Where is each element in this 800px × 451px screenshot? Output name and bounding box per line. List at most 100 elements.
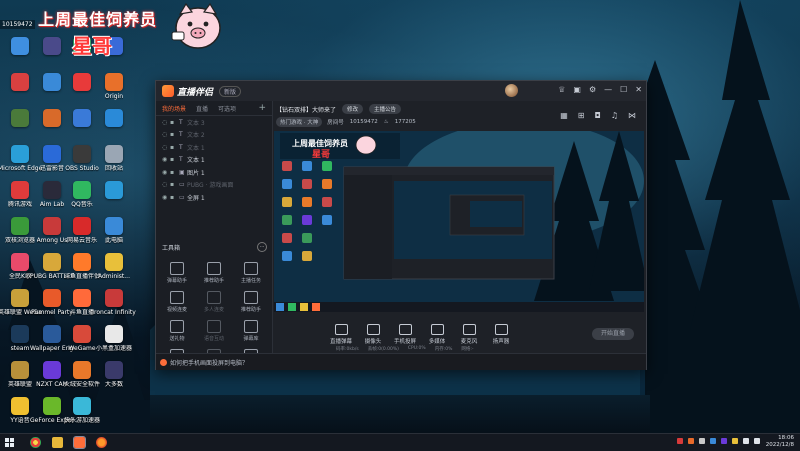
visibility-eye-icon[interactable]: ◌ [162, 119, 170, 126]
tab-options[interactable]: 可选项 [218, 104, 236, 113]
settings-icon[interactable]: ⚙ [589, 85, 596, 94]
control-button[interactable]: 麦克风 [454, 324, 484, 345]
visibility-eye-icon[interactable]: ◌ [162, 181, 170, 188]
tray-app-icon[interactable] [677, 438, 683, 444]
desktop-icon-label: 腾讯游戏 [7, 201, 32, 208]
desktop-icon-label: WeGame [68, 345, 96, 352]
control-button[interactable]: 直播弹幕 [326, 324, 356, 345]
file-explorer-icon[interactable] [52, 437, 63, 448]
desktop-icon[interactable]: Administ... [94, 252, 134, 288]
lock-icon[interactable]: ▪ [170, 181, 179, 188]
desktop-icon-label: 此电脑 [104, 237, 123, 244]
mall-icon[interactable]: ▦ [560, 111, 568, 120]
close-icon[interactable]: ✕ [635, 85, 642, 94]
visibility-eye-icon[interactable]: ◉ [162, 194, 170, 201]
scene-item[interactable]: ◉ ▪ ▣ 图片 1 [156, 166, 272, 179]
control-button[interactable]: 手机投屏 [390, 324, 420, 345]
desktop-icon[interactable]: 大多数 [94, 360, 134, 396]
record-icon[interactable]: ◘ [595, 111, 601, 120]
douyu-icon[interactable] [96, 437, 107, 448]
desktop-icon[interactable]: 快乐游加速器 [62, 396, 102, 432]
tray-app-icon[interactable] [732, 438, 738, 444]
tool-button[interactable]: 送礼物 [160, 320, 194, 346]
minimize-icon[interactable]: — [604, 85, 612, 94]
maximize-icon[interactable]: ☐ [620, 85, 627, 94]
user-avatar[interactable] [505, 84, 518, 97]
tool-button[interactable]: 主播任务 [234, 262, 268, 288]
streaming-app-taskbar-icon[interactable] [73, 436, 86, 449]
scene-item[interactable]: ◌ ▪ T 文本 3 [156, 116, 272, 129]
app-titlebar[interactable]: 直播伴侣 新版 ♕ ▣ ⚙ — ☐ ✕ [156, 81, 646, 101]
tray-app-icon[interactable] [699, 438, 705, 444]
announcement-button[interactable]: 主播公告 [369, 104, 402, 114]
scene-item[interactable]: ◌ ▪ ▭ PUBG · 游戏画面 [156, 179, 272, 192]
grid-icon[interactable]: ⊞ [578, 111, 585, 120]
desktop-icon[interactable] [94, 108, 134, 144]
lock-icon[interactable]: ▪ [170, 194, 179, 201]
scene-label: 文本 1 [187, 144, 205, 152]
app-icon [11, 361, 29, 379]
app-icon [11, 73, 29, 91]
app-icon [43, 181, 61, 199]
visibility-eye-icon[interactable]: ◉ [162, 156, 170, 163]
desktop-icon-label: 全民K歌 [9, 273, 31, 280]
gift-icon[interactable]: ▣ [573, 85, 581, 94]
lock-icon[interactable]: ▪ [170, 144, 179, 151]
app-icon [11, 397, 29, 415]
start-live-button[interactable]: 开始直播 [592, 328, 634, 340]
scene-item[interactable]: ◉ ▪ T 文本 1 [156, 154, 272, 167]
scene-item[interactable]: ◉ ▪ ▭ 全屏 1 [156, 191, 272, 204]
tip-icon [160, 358, 167, 366]
lock-icon[interactable]: ▪ [170, 156, 179, 163]
lock-icon[interactable]: ▪ [170, 131, 179, 138]
tool-button[interactable]: 弹幕库 [234, 320, 268, 346]
tray-app-icon[interactable] [688, 438, 694, 444]
lock-icon[interactable]: ▪ [170, 169, 179, 176]
bell-icon[interactable]: ♫ [611, 111, 618, 120]
tool-button[interactable]: 弹幕助手 [160, 262, 194, 288]
banner-title: 上周最佳饲养员 [38, 10, 158, 29]
shirt-icon[interactable]: ♕ [558, 85, 565, 94]
edit-title-button[interactable]: 修改 [342, 104, 364, 114]
source-type-icon: T [179, 143, 183, 151]
share-icon[interactable]: ⋈ [628, 111, 636, 120]
desktop-icon[interactable]: 回收站 [94, 144, 134, 180]
desktop-icon[interactable]: Origin [94, 72, 134, 108]
control-button[interactable]: 多媒体 [422, 324, 452, 345]
tool-button[interactable]: 视频连麦 [160, 291, 194, 317]
network-icon[interactable] [743, 438, 749, 444]
desktop-icon[interactable] [94, 180, 134, 216]
windows-start-icon[interactable] [5, 438, 14, 447]
add-scene-icon[interactable]: + [258, 103, 266, 113]
tray-app-icon[interactable] [721, 438, 727, 444]
tip-bar[interactable]: 如何把手机画面投屏到电脑？ [156, 353, 646, 370]
chrome-icon[interactable] [30, 437, 41, 448]
version-badge[interactable]: 新版 [219, 85, 242, 97]
category-tag[interactable]: 热门游戏 · 大神 [276, 117, 323, 127]
tab-my-scenes[interactable]: 我的场景 [162, 104, 186, 113]
banner-name: 星哥 [72, 34, 112, 58]
tray-app-icon[interactable] [710, 438, 716, 444]
scene-item[interactable]: ◌ ▪ T 文本 2 [156, 129, 272, 142]
tip-text[interactable]: 如何把手机画面投屏到电脑？ [170, 358, 248, 367]
desktop-icon[interactable]: 小黑盒加速器 [94, 324, 134, 360]
taskbar-clock[interactable]: 18:06 2022/12/8 [766, 435, 794, 449]
toolbox-more-icon[interactable]: ··· [257, 242, 267, 252]
volume-icon[interactable] [754, 438, 760, 444]
tab-live[interactable]: 直播 [196, 104, 208, 113]
control-button[interactable]: 摄像头 [358, 324, 388, 345]
lock-icon[interactable]: ▪ [170, 119, 179, 126]
tool-button[interactable]: 语音互动 [197, 320, 231, 346]
control-button[interactable]: 扬声器 [486, 324, 516, 345]
visibility-eye-icon[interactable]: ◌ [162, 144, 170, 151]
visibility-eye-icon[interactable]: ◉ [162, 169, 170, 176]
scene-item[interactable]: ◌ ▪ T 文本 1 [156, 141, 272, 154]
app-icon [105, 109, 123, 127]
tool-button[interactable]: 推荐助手 [234, 291, 268, 317]
stream-preview[interactable]: 上周最佳饲养员 星哥 [274, 131, 644, 312]
tool-button[interactable]: 推荐助手 [197, 262, 231, 288]
desktop-icon[interactable]: 此电脑 [94, 216, 134, 252]
visibility-eye-icon[interactable]: ◌ [162, 131, 170, 138]
desktop-icon[interactable]: Ironcat Infinity [92, 288, 136, 324]
tool-button[interactable]: 多人连麦 [197, 291, 231, 317]
